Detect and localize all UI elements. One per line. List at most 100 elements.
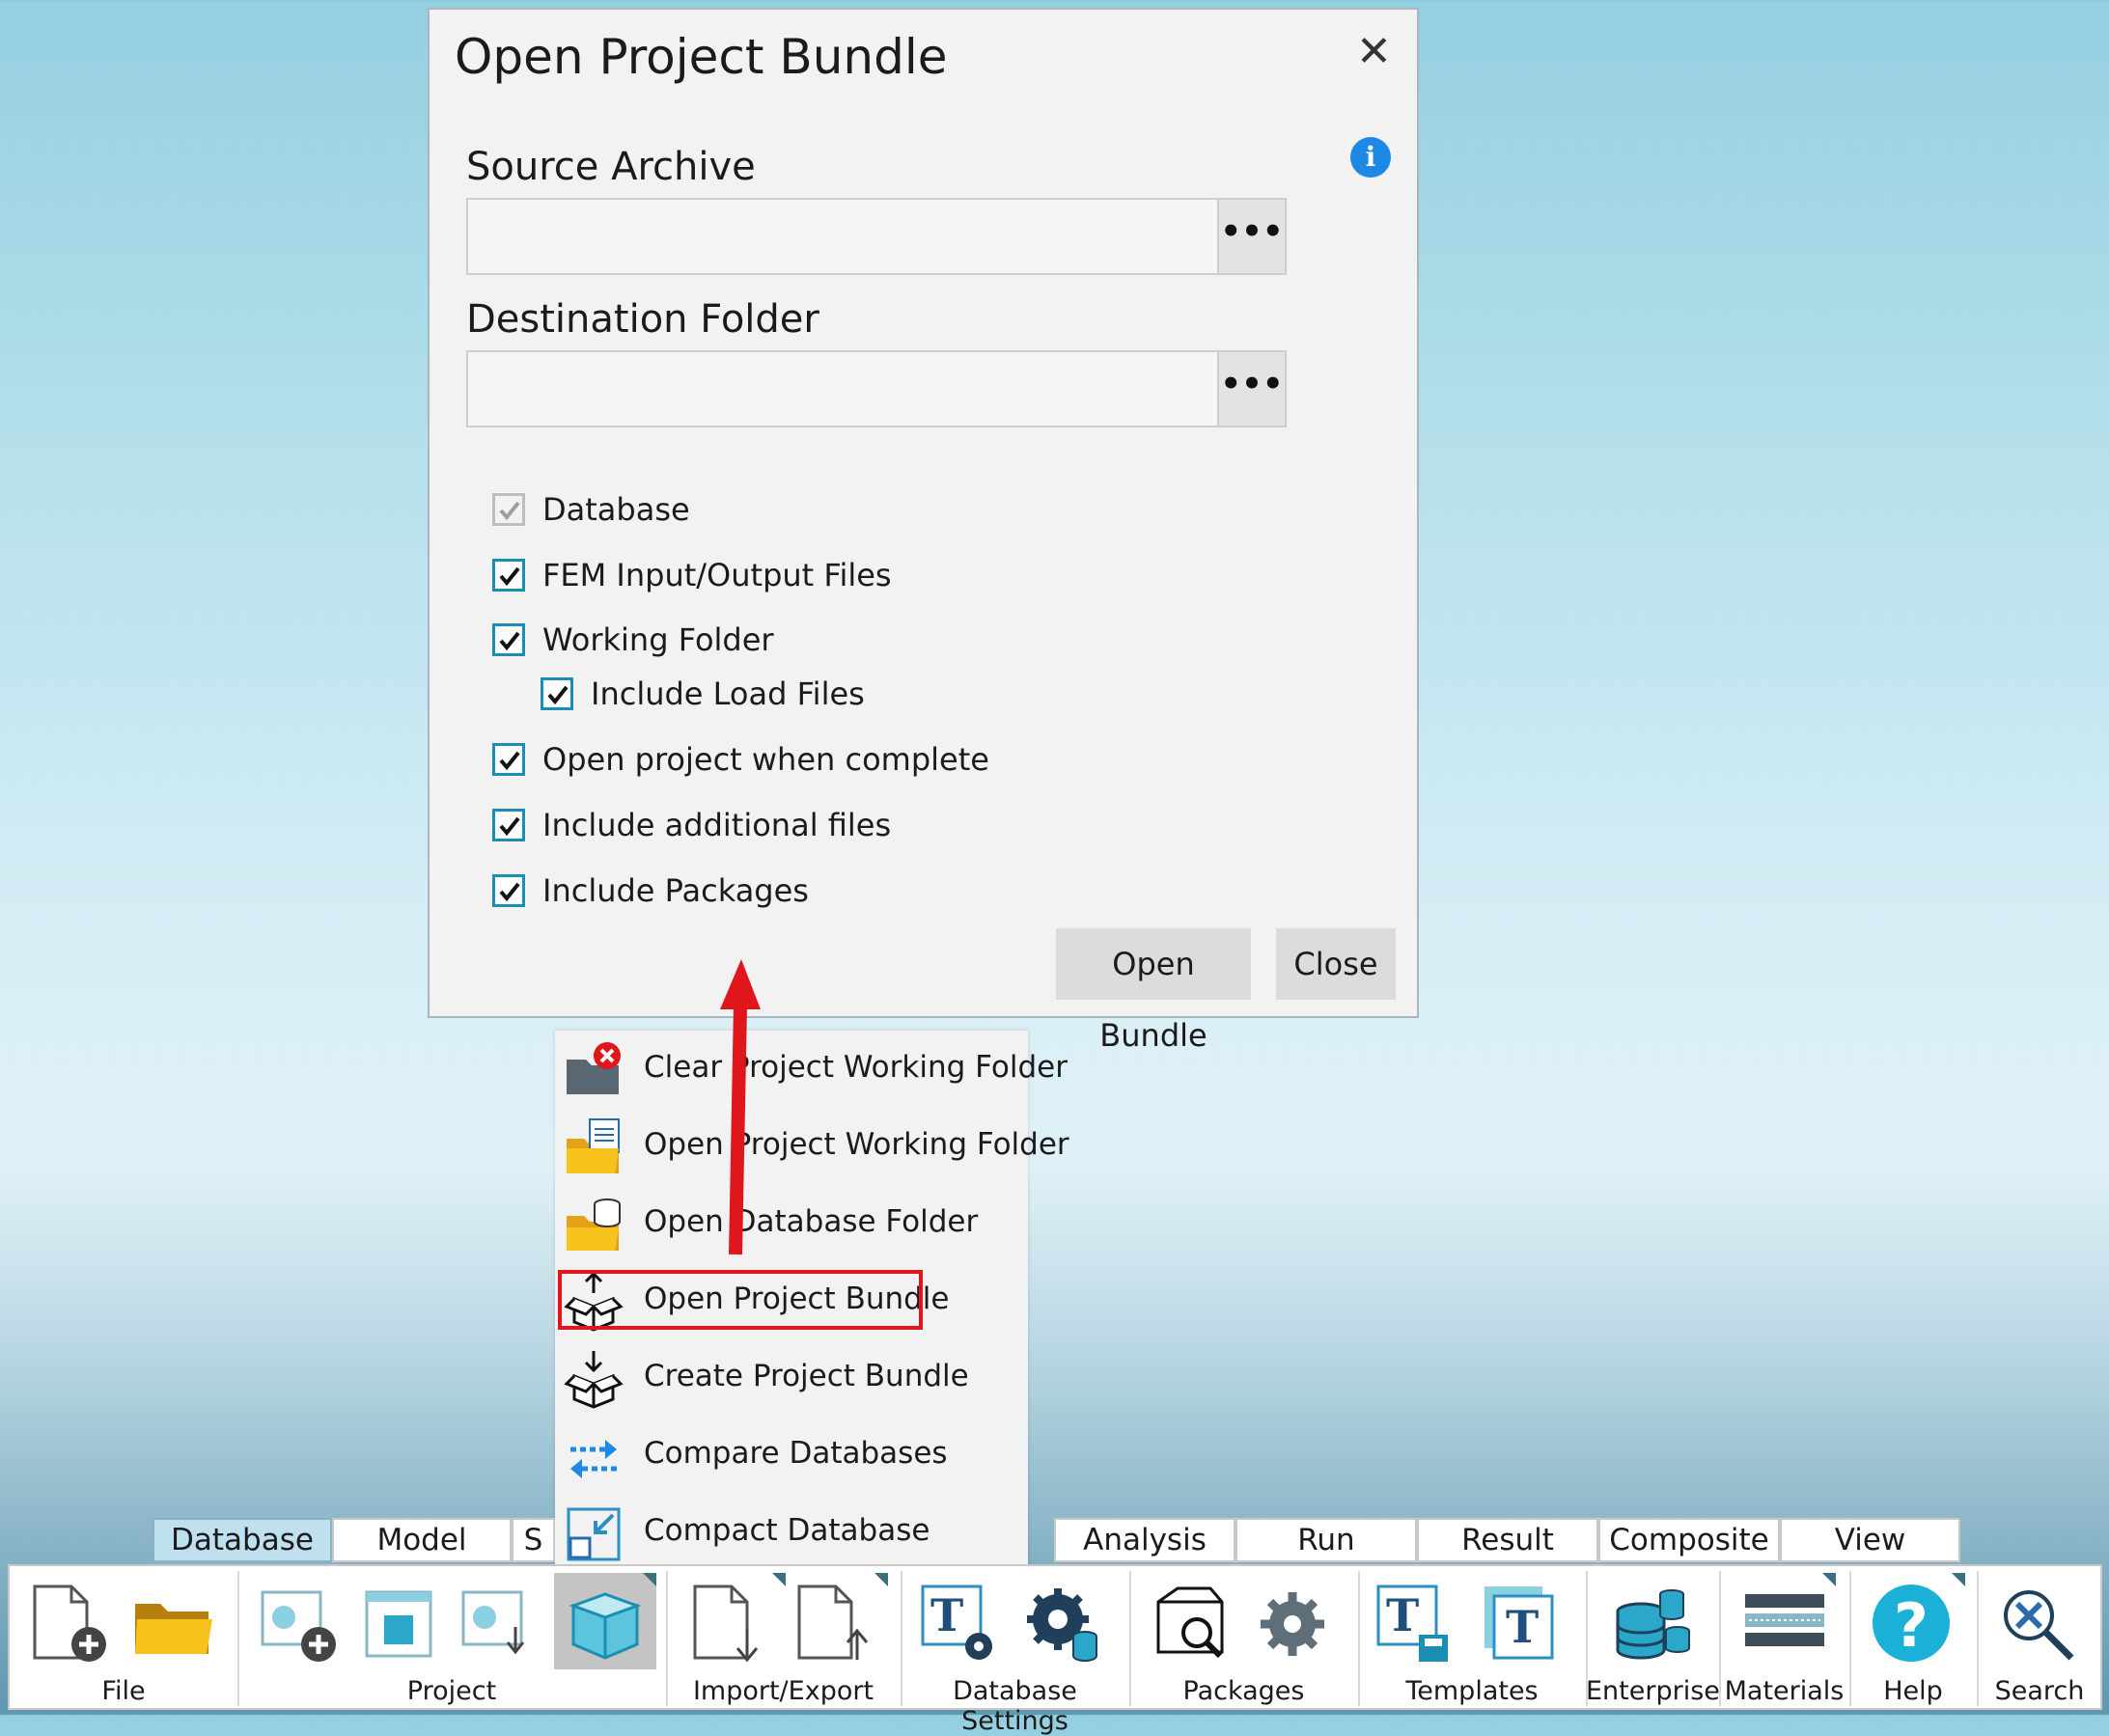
destination-folder-label: Destination Folder [466, 297, 819, 342]
include-load-files-checkbox-label: Include Load Files [591, 675, 865, 712]
fem-files-checkbox[interactable] [492, 559, 525, 592]
template-icon[interactable]: T [1479, 1583, 1562, 1666]
menu-item-label: Open Project Bundle [644, 1281, 950, 1316]
working-folder-checkbox[interactable] [492, 623, 525, 656]
tab-model[interactable]: Model [332, 1518, 512, 1562]
open-project-checkbox[interactable] [492, 743, 525, 776]
tab-database[interactable]: Database [153, 1518, 332, 1562]
export-icon[interactable] [791, 1583, 874, 1666]
menu-item-clear-working-folder[interactable]: Clear Project Working Folder [555, 1034, 1068, 1104]
menu-item-open-project-bundle[interactable]: Open Project Bundle [555, 1266, 1028, 1336]
group-label-search: Search [1994, 1676, 2085, 1706]
database-folder-icon [567, 1199, 621, 1251]
fem-files-checkbox-label: FEM Input/Output Files [542, 557, 892, 593]
annotation-arrow [720, 959, 761, 1255]
group-label-templates: Templates [1405, 1676, 1539, 1706]
svg-text:T: T [930, 1589, 963, 1641]
group-label-help: Help [1883, 1676, 1943, 1706]
menu-item-create-project-bundle[interactable]: Create Project Bundle [555, 1343, 1028, 1413]
menu-item-open-working-folder[interactable]: Open Project Working Folder [555, 1112, 1069, 1181]
additional-files-checkbox-row[interactable]: Include additional files [492, 804, 891, 846]
database-checkbox-row[interactable]: Database [492, 488, 690, 531]
menu-item-label: Compare Databases [644, 1436, 948, 1471]
group-label-project: Project [406, 1676, 497, 1706]
source-archive-label: Source Archive [466, 145, 756, 189]
menu-item-compact-database[interactable]: Compact Database [555, 1498, 1028, 1567]
additional-files-checkbox-label: Include additional files [542, 807, 892, 843]
bundle-box-icon [569, 1592, 642, 1660]
menu-item-compare-databases[interactable]: Compare Databases [555, 1420, 1028, 1490]
materials-icon[interactable] [1743, 1583, 1826, 1666]
tab-run[interactable]: Run [1235, 1518, 1417, 1562]
menu-item-label: Create Project Bundle [644, 1359, 969, 1393]
group-label-import-export: Import/Export [692, 1676, 874, 1706]
database-checkbox-label: Database [542, 491, 690, 528]
database-checkbox [492, 493, 525, 526]
enterprise-database-icon[interactable] [1610, 1583, 1693, 1666]
close-button[interactable]: Close [1276, 928, 1396, 1000]
dialog-title: Open Project Bundle [455, 29, 948, 85]
open-project-checkbox-row[interactable]: Open project when complete [492, 738, 989, 781]
group-label-materials: Materials [1724, 1676, 1845, 1706]
fem-files-checkbox-row[interactable]: FEM Input/Output Files [492, 554, 892, 596]
menu-item-label: Open Database Folder [644, 1204, 979, 1239]
destination-folder-field[interactable]: ••• [466, 350, 1287, 427]
group-label-enterprise: Enterprise [1586, 1676, 1720, 1706]
include-load-files-checkbox-row[interactable]: Include Load Files [541, 673, 865, 715]
template-save-icon[interactable]: T [1374, 1583, 1457, 1666]
close-icon[interactable]: ✕ [1356, 31, 1392, 73]
dropdown-corner-icon [643, 1573, 656, 1586]
help-icon[interactable]: ? [1871, 1583, 1954, 1666]
open-folder-icon[interactable] [131, 1583, 214, 1666]
include-load-files-checkbox[interactable] [541, 677, 573, 710]
source-archive-field[interactable]: ••• [466, 198, 1287, 275]
search-icon[interactable] [1996, 1583, 2079, 1666]
destination-browse-button[interactable]: ••• [1217, 352, 1285, 426]
dropdown-corner-icon [772, 1573, 786, 1586]
folder-open-icon [567, 1118, 620, 1173]
svg-text:T: T [1386, 1589, 1419, 1641]
svg-text:T: T [1506, 1601, 1539, 1653]
tab-s[interactable]: S [512, 1518, 555, 1562]
project-export-icon[interactable] [458, 1583, 541, 1666]
package-search-icon[interactable] [1149, 1583, 1232, 1666]
tab-result[interactable]: Result [1417, 1518, 1598, 1562]
include-packages-checkbox-label: Include Packages [542, 872, 809, 909]
folder-clear-icon [567, 1042, 621, 1094]
database-dropdown-menu: Clear Project Working Folder Open Projec… [555, 1031, 1069, 1571]
compare-icon [570, 1440, 617, 1478]
menu-item-label: Compact Database [644, 1513, 930, 1548]
database-settings-gear-icon[interactable] [1021, 1583, 1104, 1666]
compact-icon [567, 1507, 621, 1561]
tab-composite[interactable]: Composite [1598, 1518, 1780, 1562]
include-packages-checkbox[interactable] [492, 874, 525, 907]
group-label-file: File [101, 1676, 146, 1706]
package-settings-gear-icon[interactable] [1251, 1583, 1334, 1666]
additional-files-checkbox[interactable] [492, 809, 525, 841]
new-project-icon[interactable] [257, 1583, 340, 1666]
project-window-icon[interactable] [357, 1583, 440, 1666]
svg-text:?: ? [1894, 1590, 1929, 1661]
tab-analysis[interactable]: Analysis [1054, 1518, 1235, 1562]
tab-view[interactable]: View [1780, 1518, 1960, 1562]
open-project-bundle-dialog: Open Project Bundle ✕ i Source Archive •… [428, 8, 1419, 1054]
import-icon[interactable] [687, 1583, 770, 1666]
group-label-packages: Packages [1182, 1676, 1305, 1706]
text-settings-icon[interactable]: T [919, 1583, 1002, 1666]
dropdown-corner-icon [1822, 1573, 1836, 1586]
open-bundle-icon [564, 1272, 624, 1332]
source-browse-button[interactable]: ••• [1217, 200, 1285, 273]
open-project-checkbox-label: Open project when complete [542, 741, 989, 778]
working-folder-checkbox-row[interactable]: Working Folder [492, 619, 774, 661]
group-label-database-settings: Database Settings [953, 1676, 1077, 1736]
bundle-dropdown-button[interactable] [554, 1573, 656, 1669]
create-bundle-icon [564, 1351, 624, 1409]
dropdown-corner-icon [1952, 1573, 1965, 1586]
menu-item-open-database-folder[interactable]: Open Database Folder [555, 1189, 1028, 1258]
info-icon[interactable]: i [1350, 137, 1391, 178]
open-bundle-button[interactable]: Open Bundle [1056, 928, 1251, 1054]
dropdown-corner-icon [874, 1573, 888, 1586]
include-packages-checkbox-row[interactable]: Include Packages [492, 869, 809, 912]
new-file-icon[interactable] [27, 1583, 110, 1666]
working-folder-checkbox-label: Working Folder [542, 621, 774, 658]
